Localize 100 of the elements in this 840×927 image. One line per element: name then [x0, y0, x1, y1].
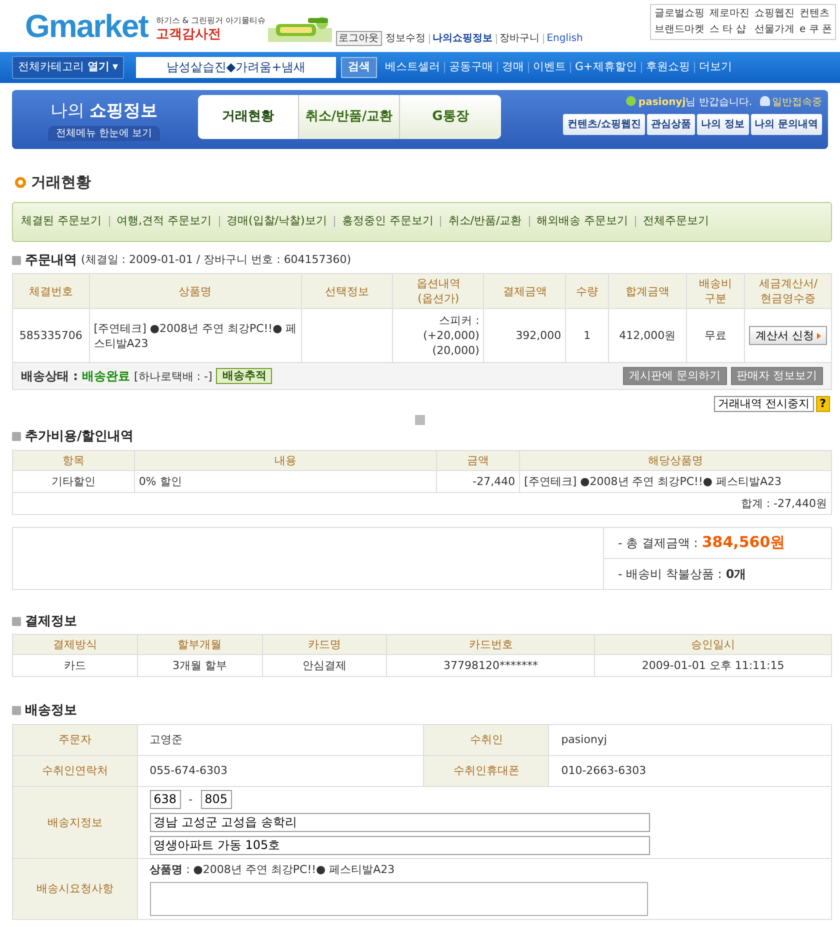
- table-cell: 카드: [12, 654, 138, 676]
- sub-tab[interactable]: 나의 정보: [697, 114, 749, 135]
- cod-label: - 배송비 착불상품 :: [618, 566, 722, 582]
- column-header: 카드명: [262, 634, 387, 654]
- column-header: 체결번호: [12, 274, 90, 308]
- order-info: (체결일 : 2009-01-01 / 장바구니 번호 : 604157360): [81, 252, 352, 268]
- address-field[interactable]: 경남 고성군 고성읍 송학리: [150, 812, 650, 832]
- quick-link[interactable]: 스 타 샵: [709, 22, 750, 38]
- nav-link[interactable]: 공동구매: [449, 59, 494, 76]
- filter-link[interactable]: 흥정중인 주문보기: [342, 213, 434, 230]
- field-label: 배송지정보: [12, 786, 138, 858]
- nav-link[interactable]: 후원쇼핑: [646, 59, 690, 76]
- column-header: 해당상품명: [520, 450, 832, 470]
- language-link[interactable]: English: [546, 31, 583, 46]
- quick-link[interactable]: 쇼핑웹진: [754, 6, 794, 22]
- column-header: 수량: [566, 274, 609, 308]
- section-heading: 결제정보: [25, 612, 77, 630]
- track-button[interactable]: 배송추적: [216, 368, 272, 384]
- tab[interactable]: 취소/반품/교환: [299, 95, 400, 139]
- nav-link[interactable]: 경매: [502, 59, 524, 76]
- table-cell: 37798120*******: [386, 654, 595, 676]
- section-heading: 추가비용/할인내역: [25, 428, 134, 446]
- field-value: 010-2663-6303: [548, 755, 832, 786]
- nav-link[interactable]: 이벤트: [533, 59, 566, 76]
- table-cell: 안심결제: [262, 654, 387, 676]
- filter-link[interactable]: 여행,견적 주문보기: [116, 213, 212, 230]
- column-header: 선택정보: [301, 274, 393, 308]
- column-header: 상품명: [89, 274, 302, 308]
- section-heading: 주문내역: [25, 252, 77, 270]
- banner-title[interactable]: 고객감사전: [156, 26, 266, 42]
- option-text: (+20,000): [422, 328, 480, 343]
- table-cell: [주연테크] ●2008년 주연 최강PC!!● 페스티발A23: [520, 470, 832, 492]
- column-header: 카드번호: [386, 634, 595, 654]
- category-button[interactable]: 전체카테고리 열기 ▾: [12, 56, 124, 79]
- filter-link[interactable]: 경매(입찰/낙찰)보기: [226, 213, 327, 230]
- field-value: pasionyj: [548, 724, 832, 755]
- filter-link[interactable]: 취소/반품/교환: [448, 213, 522, 230]
- column-header: 세금계산서/ 현금영수증: [744, 274, 832, 308]
- top-link[interactable]: 정보수정: [386, 31, 426, 46]
- option-text: (20,000): [431, 343, 480, 358]
- table-cell: -27,440: [436, 470, 520, 492]
- option-text: 스피커 :: [438, 313, 480, 328]
- connection-status: 일반접속중: [772, 97, 822, 108]
- delivery-label: 배송상태 :: [21, 368, 78, 384]
- sub-tab[interactable]: 관심상품: [647, 114, 696, 135]
- field-label: 주문자: [12, 724, 138, 755]
- zip-field[interactable]: 805: [200, 790, 232, 808]
- all-menu-button[interactable]: 전체메뉴 한눈에 보기: [48, 126, 160, 141]
- column-header: 배송비 구분: [686, 274, 745, 308]
- table-cell: 3개월 할부: [137, 654, 262, 676]
- hide-button[interactable]: 거래내역 전시중지: [714, 396, 814, 412]
- invoice-button[interactable]: 계산서 신청: [749, 326, 827, 345]
- logo[interactable]: Gmarket: [25, 6, 148, 46]
- column-header: 항목: [12, 450, 134, 470]
- filter-link[interactable]: 체결된 주문보기: [21, 213, 102, 230]
- myshop-title: 나의 쇼핑정보: [50, 100, 158, 123]
- help-button[interactable]: ?: [816, 396, 830, 412]
- top-link[interactable]: 나의쇼핑정보: [432, 31, 493, 46]
- tab[interactable]: G통장: [400, 95, 501, 139]
- quick-link[interactable]: 글로벌쇼핑: [654, 6, 704, 22]
- quick-link[interactable]: 컨텐츠: [799, 6, 832, 22]
- quick-link[interactable]: e 쿠 폰: [799, 22, 832, 38]
- cod-count: 0개: [726, 566, 746, 582]
- address-field[interactable]: 영생아파트 가동 105호: [150, 836, 650, 854]
- quick-link[interactable]: 선물가게: [754, 22, 794, 38]
- sub-tab[interactable]: 컨텐츠/쇼핑웹진: [563, 114, 646, 135]
- field-label: 수취인휴대폰: [424, 755, 549, 786]
- search-button[interactable]: 검색: [341, 57, 378, 78]
- greeting-text: 님 반갑습니다.: [686, 97, 752, 108]
- column-header: 옵션내역 (옵션가): [392, 274, 484, 308]
- banner-text[interactable]: 하기스 & 그린핑거 아기물티슈: [156, 14, 266, 26]
- zip-separator: -: [188, 792, 193, 806]
- triangle-icon: [816, 333, 821, 339]
- field-label: 배송시요청사항: [12, 858, 138, 919]
- table-cell: 기타할인: [12, 470, 134, 492]
- nav-link[interactable]: 베스트셀러: [385, 59, 440, 76]
- quick-link[interactable]: 브랜드마켓: [654, 22, 704, 38]
- column-header: 결제방식: [12, 634, 138, 654]
- quick-link[interactable]: 제로마진: [709, 6, 750, 22]
- sub-tab[interactable]: 나의 문의내역: [750, 114, 822, 135]
- delivery-status: 배송완료: [82, 368, 130, 384]
- zip-field[interactable]: 638: [150, 790, 181, 808]
- nav-link[interactable]: G+제휴할인: [575, 59, 637, 76]
- field-label: 수취인: [424, 724, 549, 755]
- filter-link[interactable]: 전체주문보기: [643, 213, 710, 230]
- column-header: 승인일시: [594, 634, 832, 654]
- nav-link[interactable]: 더보기: [698, 59, 732, 76]
- user-icon: [760, 96, 770, 106]
- column-header: 내용: [134, 450, 437, 470]
- logout-button[interactable]: 로그아웃: [336, 31, 382, 46]
- request-field[interactable]: [150, 882, 648, 916]
- total-text: 합계 : -27,440원: [12, 492, 832, 514]
- top-link[interactable]: 장바구니: [500, 31, 540, 46]
- total-amount: 384,560원: [702, 532, 786, 554]
- tab[interactable]: 거래현황: [198, 95, 299, 139]
- search-field[interactable]: 남성샅습진◆가려움+냄새: [136, 57, 336, 78]
- filter-link[interactable]: 해외배송 주문보기: [536, 213, 628, 230]
- column-header: 할부개월: [137, 634, 262, 654]
- caret-icon: ▾: [112, 60, 118, 74]
- column-header: 결제금액: [484, 274, 566, 308]
